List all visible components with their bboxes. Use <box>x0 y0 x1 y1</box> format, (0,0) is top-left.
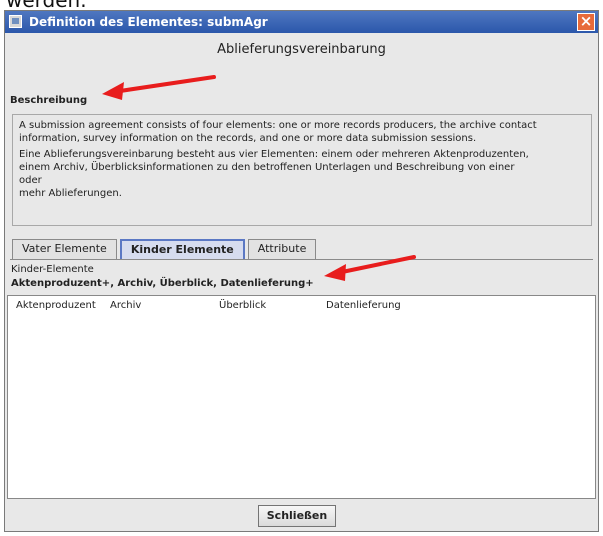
tab-divider <box>10 259 593 260</box>
tab-vater-elemente[interactable]: Vater Elemente <box>12 239 117 259</box>
window-titlebar[interactable]: Definition des Elementes: submAgr × <box>5 11 598 33</box>
description-german-line: Eine Ablieferungsvereinbarung besteht au… <box>19 149 529 160</box>
description-german-line: mehr Ablieferungen. <box>19 188 122 199</box>
dialog-heading: Ablieferungsvereinbarung <box>217 42 386 57</box>
description-label: Beschreibung <box>10 95 88 106</box>
close-button[interactable]: Schließen <box>258 505 336 527</box>
description-german-line: oder <box>19 175 42 186</box>
annotation-arrow-icon <box>324 255 416 281</box>
children-list[interactable]: Aktenproduzent Archiv Überblick Datenlie… <box>7 295 596 499</box>
children-summary: Aktenproduzent+, Archiv, Überblick, Date… <box>11 278 314 289</box>
description-german-line: einem Archiv, Überblicksinformationen zu… <box>19 162 515 173</box>
tab-kinder-elemente[interactable]: Kinder Elemente <box>119 239 245 259</box>
annotation-arrow-icon <box>102 75 216 100</box>
description-german: Eine Ablieferungsvereinbarung besteht au… <box>19 148 585 200</box>
tab-strip: Vater Elemente Kinder Elemente Attribute <box>12 239 317 259</box>
page-caption: werden. <box>6 0 87 12</box>
column-archiv: Archiv <box>110 300 142 311</box>
description-text-box[interactable]: A submission agreement consists of four … <box>12 114 592 226</box>
definition-dialog: Definition des Elementes: submAgr × Abli… <box>4 10 599 532</box>
description-english: A submission agreement consists of four … <box>19 120 537 144</box>
column-datenlieferung: Datenlieferung <box>326 300 401 311</box>
column-ueberblick: Überblick <box>219 300 267 311</box>
column-aktenproduzent: Aktenproduzent <box>16 300 96 311</box>
tab-attribute[interactable]: Attribute <box>247 239 317 259</box>
window-app-icon <box>9 15 22 28</box>
children-header: Kinder-Elemente <box>11 264 94 275</box>
close-icon[interactable]: × <box>577 13 595 31</box>
window-title: Definition des Elementes: submAgr <box>29 15 268 29</box>
